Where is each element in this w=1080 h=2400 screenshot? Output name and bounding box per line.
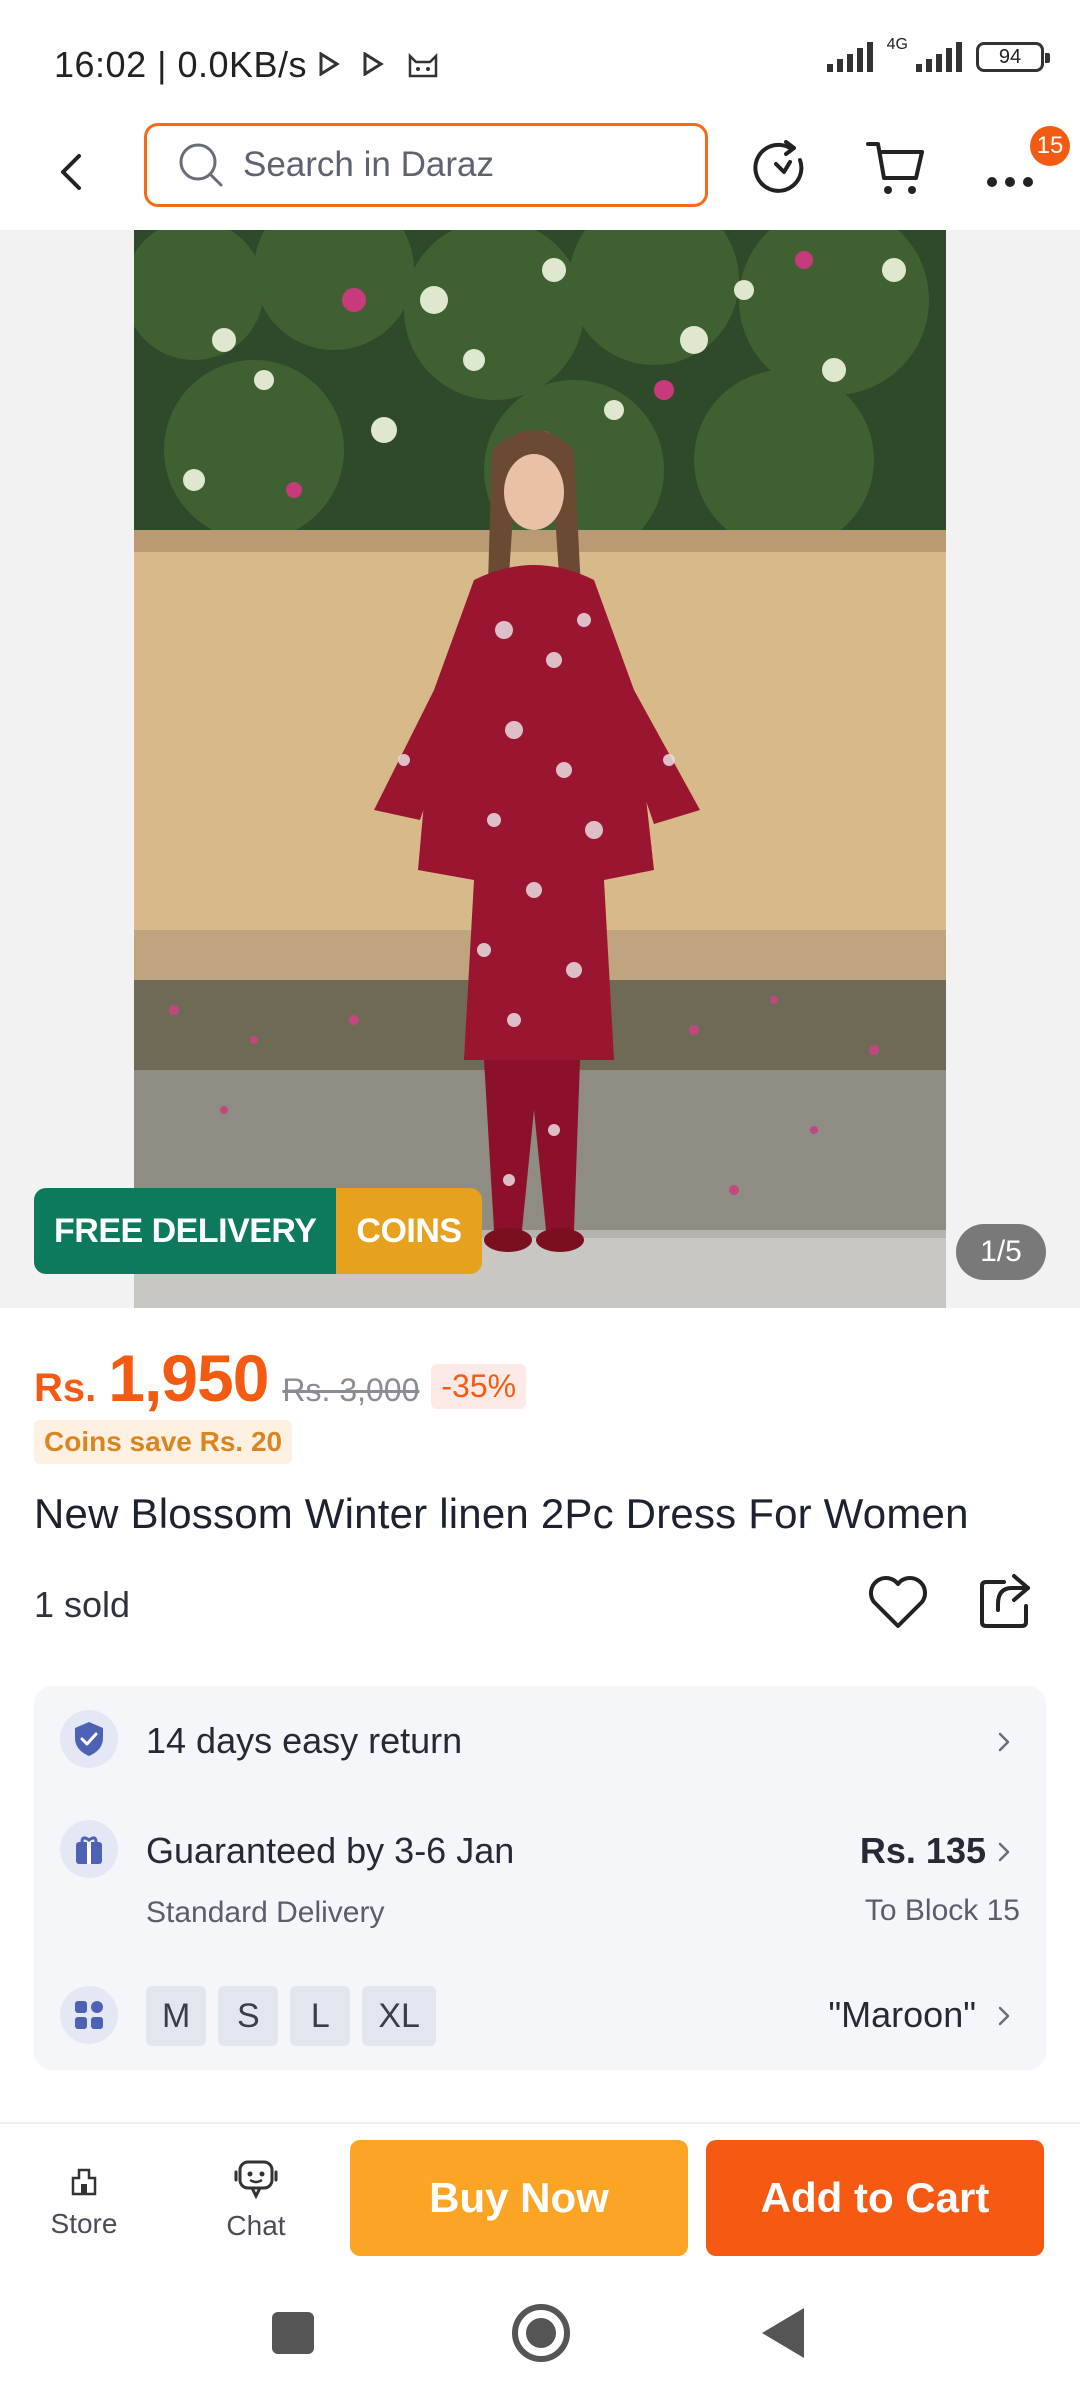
wishlist-button[interactable] — [866, 1570, 930, 1634]
product-photo-illustration — [134, 230, 946, 1308]
search-placeholder: Search in Daraz — [243, 145, 494, 184]
chat-icon — [234, 2160, 278, 2200]
size-option-s[interactable]: S — [218, 1986, 279, 2046]
chevron-right-icon[interactable] — [992, 1840, 1016, 1864]
signal-icon — [826, 42, 873, 72]
size-option-m[interactable]: M — [146, 1986, 207, 2046]
coins-badge: COINS — [336, 1188, 482, 1274]
share-button[interactable] — [974, 1570, 1038, 1634]
play-notification-icon — [363, 52, 384, 76]
discount-badge: -35% — [431, 1364, 527, 1409]
system-navigation-bar — [0, 2270, 1080, 2400]
battery-level: 94 — [998, 45, 1022, 68]
current-price: 1,950 — [108, 1341, 269, 1415]
status-right-icons: 4G 94 — [826, 36, 1050, 72]
status-notification-icons — [318, 50, 440, 78]
search-icon — [179, 143, 223, 187]
delivery-fee: Rs. 135 — [859, 1830, 986, 1871]
returns-row[interactable]: 14 days easy return — [34, 1686, 1046, 1796]
delivery-location: To Block 15 — [864, 1894, 1020, 1927]
cart-icon — [866, 142, 924, 194]
cart-button[interactable] — [864, 136, 928, 200]
size-options: M S L XL — [146, 1986, 436, 2046]
notification-badge: 15 — [1030, 126, 1070, 166]
coins-save-badge: Coins save Rs. 20 — [34, 1420, 293, 1464]
size-option-l[interactable]: L — [290, 1986, 351, 2046]
product-info-card: 14 days easy return Guaranteed by 3-6 Ja… — [34, 1686, 1046, 2070]
product-title: New Blossom Winter linen 2Pc Dress For W… — [34, 1490, 969, 1537]
home-circle-icon — [526, 2318, 556, 2348]
delivery-type: Standard Delivery — [146, 1896, 385, 1929]
chevron-right-icon[interactable] — [992, 2004, 1016, 2028]
network-type-label: 4G — [886, 36, 908, 53]
history-button[interactable] — [750, 138, 810, 198]
signal-icon — [916, 42, 962, 72]
store-label: Store — [50, 2208, 118, 2239]
sold-count: 1 sold — [34, 1584, 131, 1625]
battery-icon: 94 — [976, 42, 1050, 72]
top-navigation: Search in Daraz 15 — [0, 120, 1080, 230]
chevron-right-icon — [998, 1732, 1010, 1752]
add-to-cart-button[interactable]: Add to Cart — [706, 2140, 1044, 2256]
buy-now-button[interactable]: Buy Now — [350, 2140, 688, 2256]
back-button[interactable] — [42, 142, 102, 202]
status-bar: 16:02 | 0.0KB/s 4G 94 — [0, 0, 1080, 120]
home-button[interactable] — [512, 2304, 570, 2362]
delivery-guarantee: Guaranteed by 3-6 Jan — [146, 1830, 515, 1871]
recent-apps-button[interactable] — [272, 2312, 314, 2354]
returns-text: 14 days easy return — [146, 1720, 463, 1761]
promo-badge: FREE DELIVERY COINS — [34, 1188, 482, 1274]
chat-tab[interactable]: Chat — [196, 2158, 316, 2242]
gift-box-icon — [60, 1820, 118, 1878]
store-tab[interactable]: Store — [24, 2164, 144, 2240]
product-photo[interactable] — [134, 230, 946, 1308]
original-price: Rs. 3,000 — [282, 1372, 420, 1408]
product-image-gallery[interactable]: FREE DELIVERY COINS 1/5 — [0, 230, 1080, 1308]
history-icon — [753, 140, 804, 193]
chat-label: Chat — [226, 2210, 286, 2241]
share-icon — [980, 1574, 1030, 1628]
system-back-button[interactable] — [762, 2308, 804, 2358]
back-arrow-icon — [61, 154, 81, 190]
free-delivery-badge: FREE DELIVERY — [34, 1188, 337, 1274]
cat-notification-icon — [408, 52, 438, 78]
size-option-xl[interactable]: XL — [362, 1986, 436, 2046]
bottom-action-bar: Store Chat Buy Now Add to Cart — [0, 2122, 1080, 2270]
play-notification-icon — [319, 52, 340, 76]
price-row: Rs. 1,950 Rs. 3,000 -35% — [34, 1340, 527, 1416]
image-page-indicator: 1/5 — [956, 1224, 1046, 1280]
price-currency: Rs. — [34, 1366, 97, 1410]
variants-grid-icon — [60, 1986, 118, 2044]
store-icon — [71, 2168, 97, 2196]
status-time: 16:02 | 0.0KB/s — [54, 44, 308, 85]
search-input[interactable]: Search in Daraz — [144, 123, 708, 207]
shield-check-icon — [60, 1710, 118, 1768]
heart-icon — [869, 1576, 927, 1628]
selected-color[interactable]: "Maroon" — [828, 1994, 976, 2036]
